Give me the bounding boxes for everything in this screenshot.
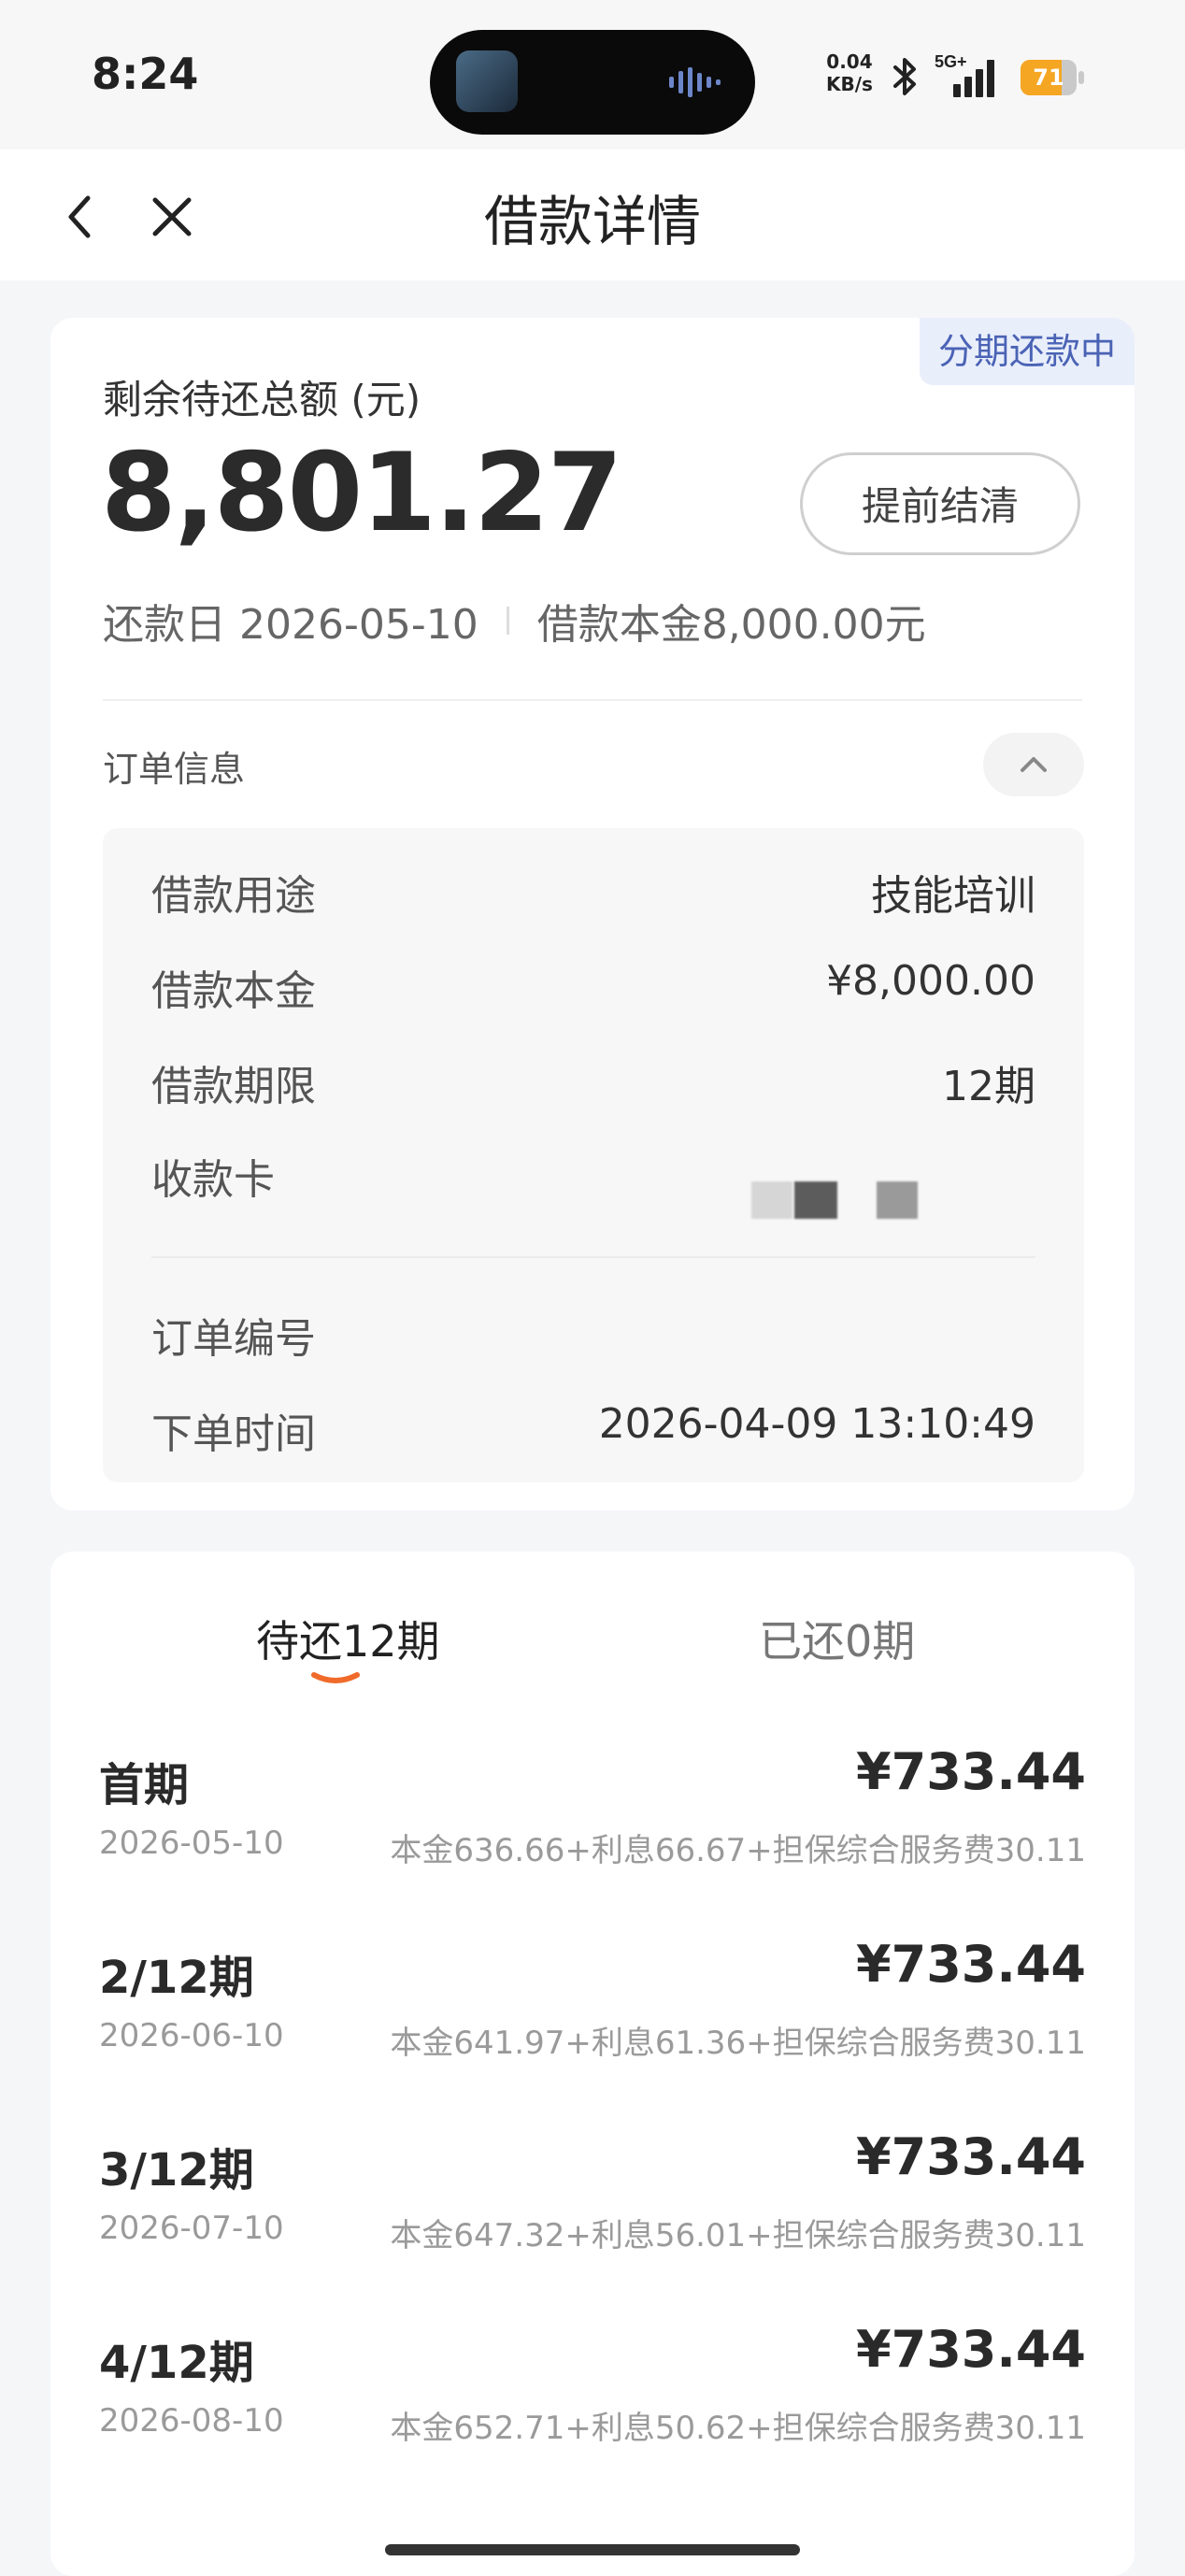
- divider: [103, 699, 1082, 701]
- status-bar: 8:24 0.04 KB/s 5G+ 71: [0, 0, 1185, 150]
- installment-row[interactable]: 3/12期 ¥733.44 2026-07-10 本金647.32+利息56.0…: [99, 2127, 1086, 2292]
- info-row-order-no: 订单编号: [151, 1305, 1035, 1363]
- installment-name: 3/12期: [99, 2144, 254, 2197]
- installment-name: 首期: [99, 1759, 190, 1811]
- info-value: ¥8,000.00: [826, 957, 1035, 1005]
- installment-amount: ¥733.44: [856, 2320, 1086, 2379]
- home-indicator[interactable]: [385, 2544, 800, 2555]
- info-label: 借款本金: [151, 967, 316, 1015]
- net-speed-unit: KB/s: [826, 73, 873, 95]
- info-row-purpose: 借款用途 技能培训: [151, 862, 1035, 920]
- media-thumbnail: [456, 50, 518, 112]
- info-label: 下单时间: [151, 1410, 316, 1458]
- installment-row[interactable]: 2/12期 ¥733.44 2026-06-10 本金641.97+利息61.3…: [99, 1935, 1086, 2099]
- battery-indicator: 71: [1021, 60, 1088, 95]
- info-value: 技能培训: [871, 872, 1035, 920]
- installment-breakdown: 本金641.97+利息61.36+担保综合服务费30.11: [390, 2025, 1086, 2062]
- order-info-title: 订单信息: [103, 749, 246, 790]
- signal-5g-icon: 5G+: [935, 52, 994, 97]
- info-label: 订单编号: [151, 1315, 316, 1363]
- net-speed: 0.04 KB/s: [826, 50, 873, 95]
- prepay-button[interactable]: 提前结清: [800, 452, 1080, 555]
- divider: [151, 1256, 1035, 1258]
- installment-name: 4/12期: [99, 2337, 254, 2389]
- info-value: 2026-04-09 13:10:49: [598, 1400, 1035, 1448]
- tab-repaid[interactable]: 已还0期: [759, 1608, 915, 1669]
- page-title: 借款详情: [483, 190, 701, 253]
- remaining-total-label: 剩余待还总额 (元): [103, 377, 421, 422]
- installment-name: 2/12期: [99, 1952, 254, 2004]
- dynamic-island[interactable]: [430, 30, 755, 135]
- net-speed-value: 0.04: [826, 50, 873, 73]
- redacted-card-number: [751, 1181, 792, 1219]
- chevron-up-icon: [1021, 757, 1047, 772]
- due-info: 还款日 2026-05-10 借款本金8,000.00元: [103, 591, 926, 651]
- tab-active-indicator: [311, 1672, 360, 1683]
- loan-principal: 借款本金8,000.00元: [536, 601, 926, 649]
- network-type: 5G+: [935, 52, 967, 71]
- info-value: 12期: [942, 1063, 1035, 1110]
- installment-breakdown: 本金647.32+利息56.01+担保综合服务费30.11: [390, 2217, 1086, 2254]
- installment-amount: ¥733.44: [856, 1742, 1086, 1801]
- info-label: 借款期限: [151, 1063, 316, 1110]
- installment-amount: ¥733.44: [856, 1935, 1086, 1994]
- repayment-plan-card: 待还12期 已还0期 首期 ¥733.44 2026-05-10 本金636.6…: [50, 1552, 1135, 2576]
- info-row-principal: 借款本金 ¥8,000.00: [151, 957, 1035, 1015]
- bluetooth-icon: [893, 58, 916, 95]
- installment-amount: ¥733.44: [856, 2127, 1086, 2186]
- installment-date: 2026-07-10: [99, 2210, 284, 2247]
- info-row-term: 借款期限 12期: [151, 1052, 1035, 1110]
- installment-date: 2026-06-10: [99, 2017, 284, 2054]
- installment-row[interactable]: 首期 ¥733.44 2026-05-10 本金636.66+利息66.67+担…: [99, 1742, 1086, 1907]
- audio-wave-icon: [669, 67, 721, 97]
- loan-summary-card: 分期还款中 剩余待还总额 (元) 8,801.27 提前结清 还款日 2026-…: [50, 318, 1135, 1510]
- divider: [506, 607, 509, 635]
- installment-date: 2026-05-10: [99, 1825, 284, 1862]
- installment-row[interactable]: 4/12期 ¥733.44 2026-08-10 本金652.71+利息50.6…: [99, 2320, 1086, 2484]
- installment-breakdown: 本金652.71+利息50.62+担保综合服务费30.11: [390, 2410, 1086, 2447]
- remaining-total-amount: 8,801.27: [101, 430, 622, 556]
- collapse-button[interactable]: [983, 733, 1084, 796]
- redacted-card-number: [877, 1181, 918, 1219]
- installment-breakdown: 本金636.66+利息66.67+担保综合服务费30.11: [390, 1832, 1086, 1869]
- status-time: 8:24: [92, 49, 199, 99]
- battery-level: 71: [1033, 64, 1064, 91]
- info-label: 收款卡: [151, 1156, 275, 1204]
- info-label: 借款用途: [151, 872, 316, 920]
- tab-pending[interactable]: 待还12期: [256, 1608, 440, 1669]
- redacted-card-number: [794, 1181, 837, 1219]
- info-row-order-time: 下单时间 2026-04-09 13:10:49: [151, 1400, 1035, 1458]
- nav-bar: 借款详情: [0, 150, 1185, 280]
- due-date: 还款日 2026-05-10: [103, 601, 478, 649]
- status-badge: 分期还款中: [919, 318, 1135, 385]
- installment-date: 2026-08-10: [99, 2402, 284, 2440]
- order-info-panel: 借款用途 技能培训 借款本金 ¥8,000.00 借款期限 12期 收款卡 订单…: [103, 828, 1084, 1482]
